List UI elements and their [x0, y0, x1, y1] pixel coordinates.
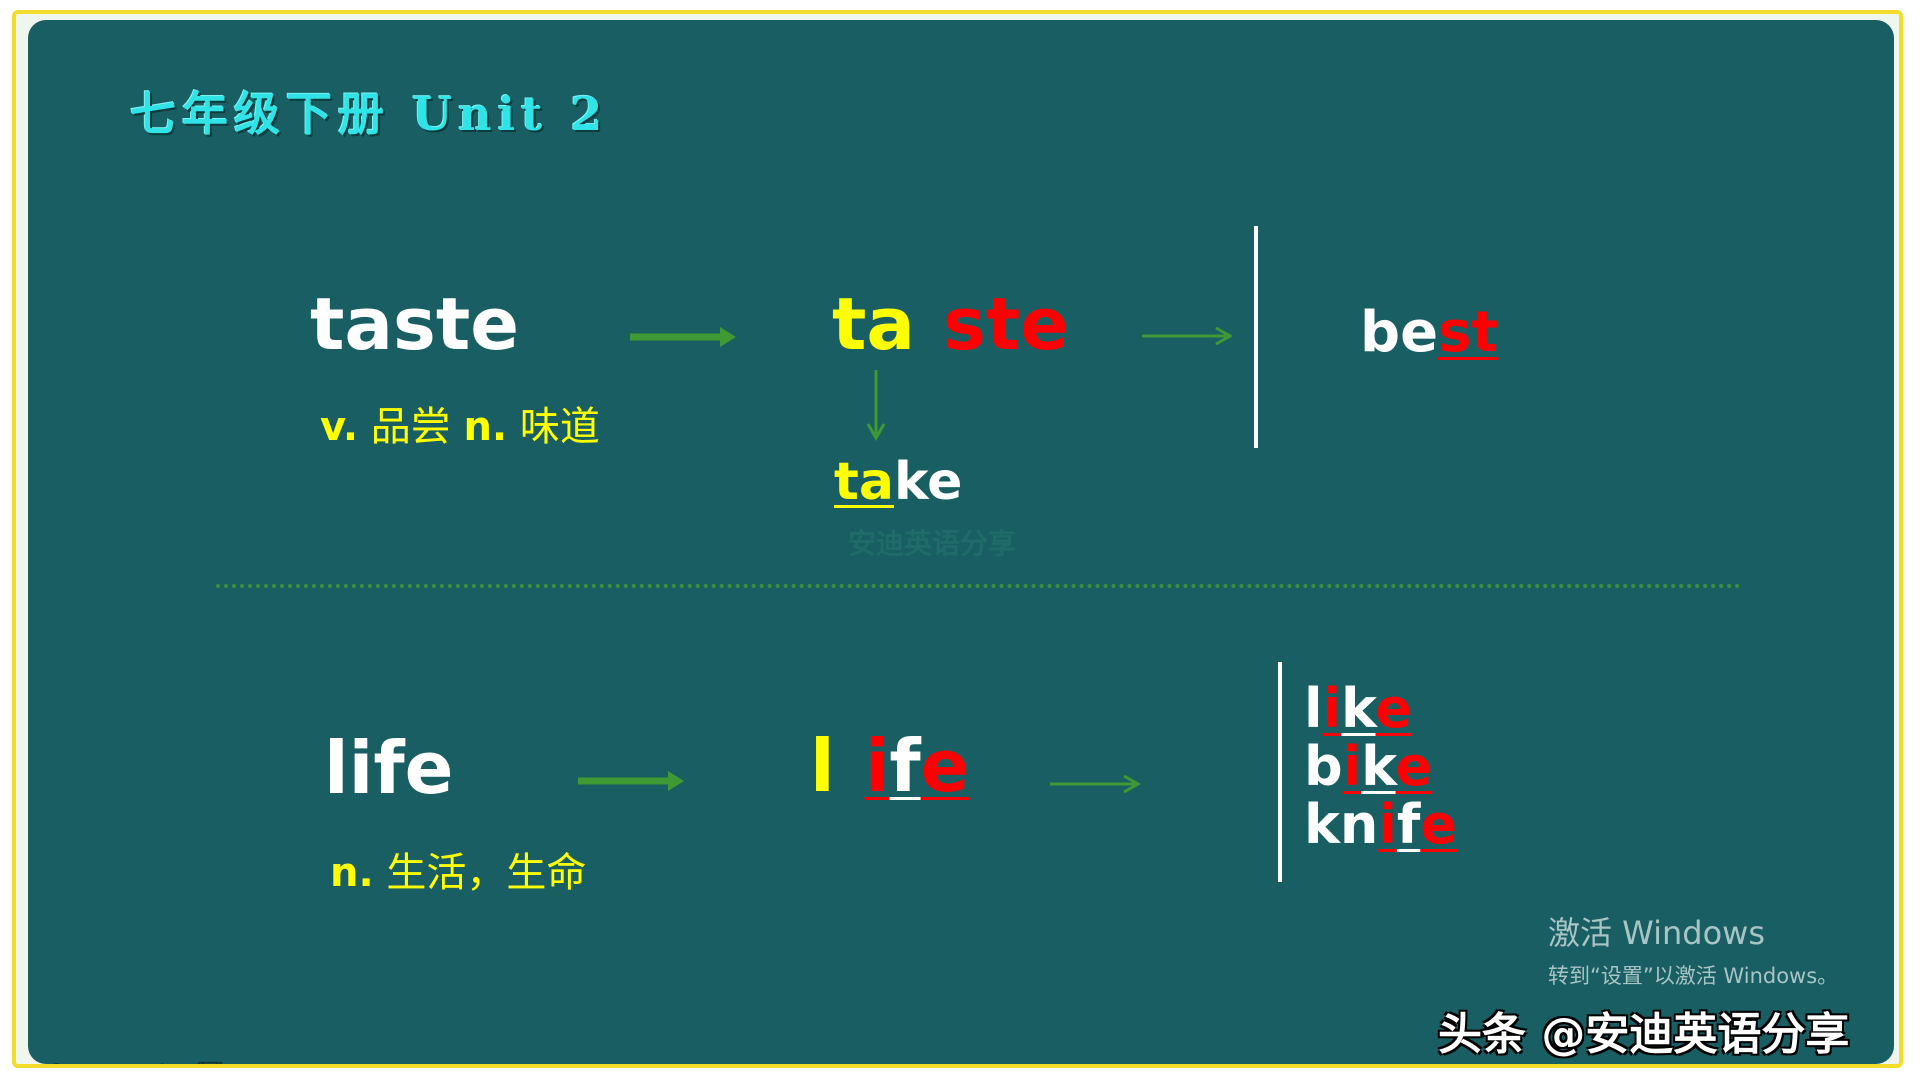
meaning-taste: v. 品尝 n. 味道 — [320, 394, 600, 452]
dotted-divider — [216, 584, 1741, 588]
word-like: like — [1304, 680, 1412, 738]
like-part-a: l — [1304, 677, 1323, 740]
word-take: take — [834, 452, 962, 512]
squiggle-icon[interactable]: ∿ — [94, 1058, 122, 1064]
word-taste: taste — [310, 282, 520, 366]
knife-part-c: f — [1396, 793, 1421, 856]
slide-title: 七年级下册 Unit 2 — [130, 87, 609, 141]
word-life: life — [324, 726, 454, 810]
arrow-down-1 — [866, 370, 886, 442]
center-watermark: 安迪英语分享 — [848, 527, 1017, 560]
activate-windows-hint: 转到“设置”以激活 Windows。 — [1548, 964, 1839, 988]
pointer-icon[interactable]: ➶ — [238, 1058, 266, 1064]
meaning-text-n2: 生活，生命 — [373, 850, 587, 896]
credit-watermark: 头条 @安迪英语分享 — [1438, 1009, 1850, 1060]
pen-icon[interactable]: ✎ — [46, 1058, 74, 1064]
split-life-i: i — [864, 724, 890, 808]
annotation-toolbar: ✎ ∿ ✐ ⌫ ➶ ◎ — [46, 1058, 314, 1064]
circle-icon[interactable]: ◎ — [286, 1058, 314, 1064]
vertical-divider-1 — [1254, 226, 1258, 448]
bike-part-b: i — [1342, 735, 1362, 798]
knife-part-d: e — [1420, 793, 1457, 856]
activate-windows-title: 激活 Windows — [1548, 914, 1766, 952]
like-part-d: e — [1375, 677, 1413, 740]
meaning-pos-n: n. — [463, 404, 508, 450]
meaning-text-n: 味道 — [507, 404, 600, 450]
arrow-right-4 — [1050, 774, 1142, 794]
word-best: best — [1360, 300, 1498, 365]
highlighter-icon[interactable]: ✐ — [142, 1058, 170, 1064]
arrow-right-2 — [1142, 326, 1234, 346]
split-taste: ta ste — [832, 282, 1069, 366]
word-knife: knife — [1304, 796, 1457, 854]
split-taste-part1: ta — [832, 282, 916, 366]
slide: 七年级下册 Unit 2 taste v. 品尝 n. 味道 ta ste tak… — [28, 20, 1894, 1064]
activate-windows-notice: 激活 Windows 转到“设置”以激活 Windows。 — [1548, 908, 1838, 990]
like-part-c: k — [1341, 677, 1376, 740]
arrow-right-1 — [630, 327, 736, 347]
bike-part-d: e — [1395, 735, 1433, 798]
take-prefix: ta — [834, 452, 894, 512]
bike-part-a: b — [1304, 735, 1343, 798]
split-life-l: l — [810, 724, 835, 808]
split-life: l ife — [810, 724, 970, 808]
like-part-b: i — [1322, 677, 1342, 740]
bike-part-c: k — [1361, 735, 1396, 798]
eraser-icon[interactable]: ⌫ — [190, 1058, 224, 1064]
meaning-life: n. 生活，生命 — [330, 840, 586, 898]
split-taste-part2: ste — [943, 282, 1070, 366]
knife-part-a: kn — [1304, 793, 1379, 856]
best-prefix: be — [1360, 300, 1439, 365]
word-bike: bike — [1304, 738, 1432, 796]
meaning-text-v: 品尝 — [358, 404, 464, 450]
vertical-divider-2 — [1278, 662, 1282, 882]
knife-part-b: i — [1378, 793, 1397, 856]
meaning-pos-n2: n. — [330, 850, 374, 896]
take-rest: ke — [893, 452, 963, 512]
meaning-pos-v: v. — [320, 404, 359, 450]
best-suffix: st — [1438, 300, 1499, 365]
arrow-right-3 — [578, 771, 684, 791]
split-life-f: f — [889, 724, 921, 808]
split-life-e: e — [920, 724, 970, 808]
